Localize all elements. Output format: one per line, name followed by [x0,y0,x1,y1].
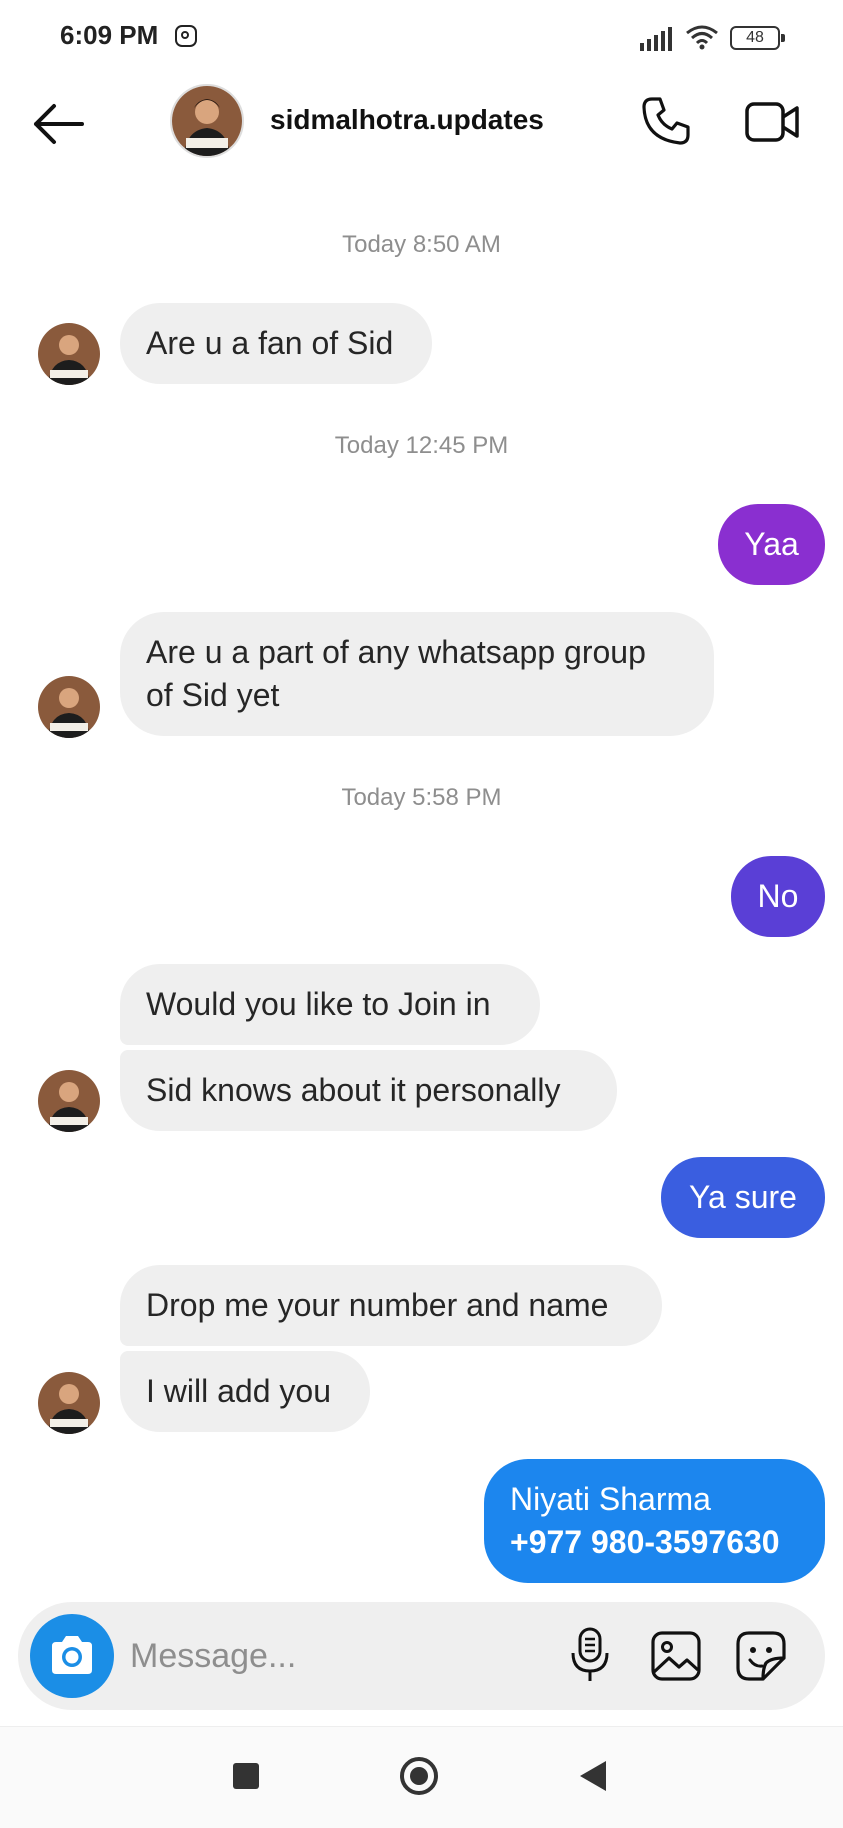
message-line: Niyati Sharma [510,1481,711,1517]
outgoing-message[interactable]: Niyati Sharma +977 980-3597630 [484,1459,825,1583]
message-line: +977 980-3597630 [510,1524,780,1560]
camera-button[interactable] [30,1614,114,1698]
incoming-message[interactable]: I will add you [120,1351,370,1432]
outgoing-message[interactable]: Yaa [718,504,825,585]
timestamp: Today 5:58 PM [341,784,502,811]
gallery-icon[interactable] [650,1630,702,1682]
back-arrow-icon[interactable] [30,100,86,148]
timestamp: Today 8:50 AM [342,231,501,258]
message-line: of Sid yet [146,677,280,713]
sender-avatar[interactable] [38,1070,100,1132]
incoming-message[interactable]: Sid knows about it personally [120,1050,617,1131]
instagram-icon [175,25,197,47]
incoming-message[interactable]: Are u a fan of Sid [120,303,432,384]
outgoing-message[interactable]: No [731,856,825,937]
sticker-icon[interactable] [735,1630,787,1682]
signal-icon [640,27,672,51]
camera-icon [52,1636,92,1674]
message-line: Are u a part of any whatsapp group [146,634,646,670]
incoming-message[interactable]: Are u a part of any whatsapp group of Si… [120,612,714,736]
home-icon[interactable] [400,1757,438,1795]
battery-icon: 48 [730,26,785,50]
incoming-message[interactable]: Drop me your number and name [120,1265,662,1346]
phone-icon[interactable] [640,95,692,147]
sender-avatar[interactable] [38,676,100,738]
sender-avatar[interactable] [38,323,100,385]
incoming-message[interactable]: Would you like to Join in [120,964,540,1045]
header-avatar[interactable] [170,84,244,158]
outgoing-message[interactable]: Ya sure [661,1157,825,1238]
sender-avatar[interactable] [38,1372,100,1434]
video-camera-icon[interactable] [745,100,801,144]
recent-apps-icon[interactable] [233,1763,259,1789]
timestamp: Today 12:45 PM [334,432,509,459]
status-time: 6:09 PM [60,20,159,50]
microphone-icon[interactable] [565,1625,615,1685]
wifi-icon [686,25,718,50]
header-username[interactable]: sidmalhotra.updates [270,104,544,136]
back-icon[interactable] [580,1761,606,1791]
message-input[interactable] [130,1632,550,1680]
